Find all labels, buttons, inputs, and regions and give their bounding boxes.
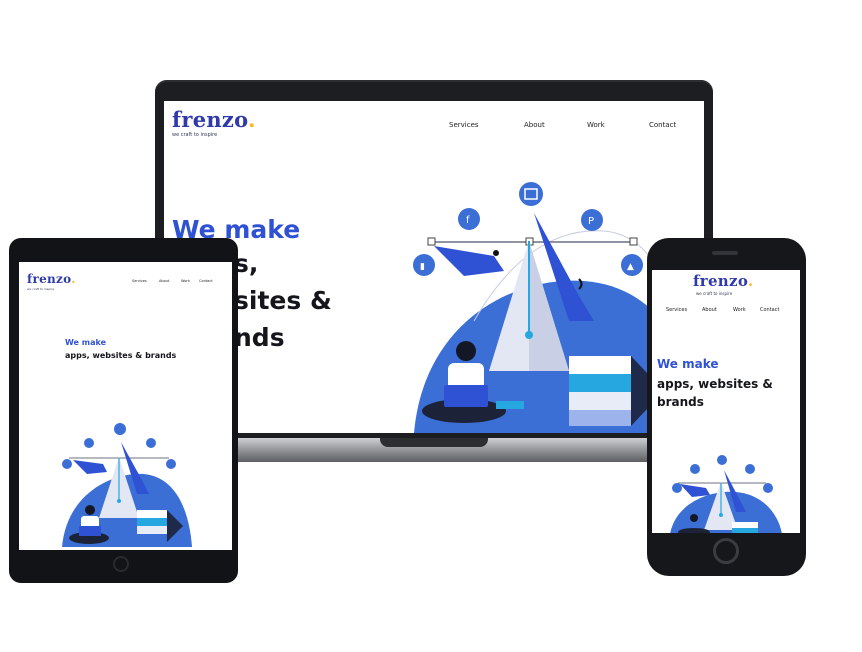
phone-screen: frenzo. we craft to inspire Services Abo… bbox=[652, 270, 800, 533]
svg-text:P: P bbox=[588, 216, 594, 227]
hero-heading-line3: sites & bbox=[234, 286, 332, 315]
phone-home-button[interactable] bbox=[713, 538, 739, 564]
tablet-home-button[interactable] bbox=[113, 556, 129, 572]
hero-heading-line2: apps, websites & bbox=[657, 377, 773, 391]
nav-about[interactable]: About bbox=[702, 307, 717, 313]
nav-contact[interactable]: Contact bbox=[649, 121, 676, 129]
logo[interactable]: frenzo. bbox=[27, 272, 76, 286]
hero-heading-line1: We make bbox=[657, 357, 719, 371]
hero-illustration bbox=[670, 455, 782, 533]
mobile-icon bbox=[672, 483, 682, 493]
phone-speaker bbox=[712, 251, 738, 255]
rocket-icon bbox=[166, 459, 176, 469]
hero-heading-line3: brands bbox=[657, 395, 704, 409]
facebook-icon bbox=[690, 464, 700, 474]
hero-heading-line4: nds bbox=[234, 323, 285, 352]
tagline: we craft to inspire bbox=[696, 291, 733, 296]
nav-work[interactable]: Work bbox=[181, 279, 190, 283]
nav-about[interactable]: About bbox=[524, 121, 545, 129]
chart-icon bbox=[519, 182, 543, 206]
laptop-screen: frenzo. we craft to inspire Services Abo… bbox=[164, 101, 704, 433]
nav-work[interactable]: Work bbox=[587, 121, 605, 129]
nav-about[interactable]: About bbox=[159, 279, 169, 283]
hero-heading-line2: apps, websites & brands bbox=[65, 351, 177, 360]
laptop-notch bbox=[380, 438, 488, 447]
hero-heading-line1: We make bbox=[65, 338, 107, 347]
nav-contact[interactable]: Contact bbox=[199, 279, 213, 283]
nav-services[interactable]: Services bbox=[132, 279, 147, 283]
nav-contact[interactable]: Contact bbox=[760, 307, 779, 313]
patreon-icon bbox=[146, 438, 156, 448]
nav-work[interactable]: Work bbox=[733, 307, 746, 313]
chart-icon bbox=[114, 423, 126, 435]
svg-text:▮: ▮ bbox=[420, 262, 425, 272]
tagline: we craft to inspire bbox=[27, 287, 55, 291]
patreon-icon bbox=[745, 464, 755, 474]
mobile-icon bbox=[62, 459, 72, 469]
chart-icon bbox=[717, 455, 727, 465]
tablet-screen: frenzo. we craft to inspire Services Abo… bbox=[19, 262, 232, 550]
nav-services[interactable]: Services bbox=[666, 307, 687, 313]
logo[interactable]: frenzo. bbox=[693, 272, 753, 290]
facebook-icon bbox=[84, 438, 94, 448]
logo[interactable]: frenzo. bbox=[172, 107, 256, 132]
nav-services[interactable]: Services bbox=[449, 121, 479, 129]
rocket-icon bbox=[763, 483, 773, 493]
tagline: we craft to inspire bbox=[172, 132, 218, 138]
svg-text:f: f bbox=[466, 215, 470, 226]
svg-text:▲: ▲ bbox=[627, 262, 634, 272]
hero-illustration bbox=[62, 423, 192, 547]
